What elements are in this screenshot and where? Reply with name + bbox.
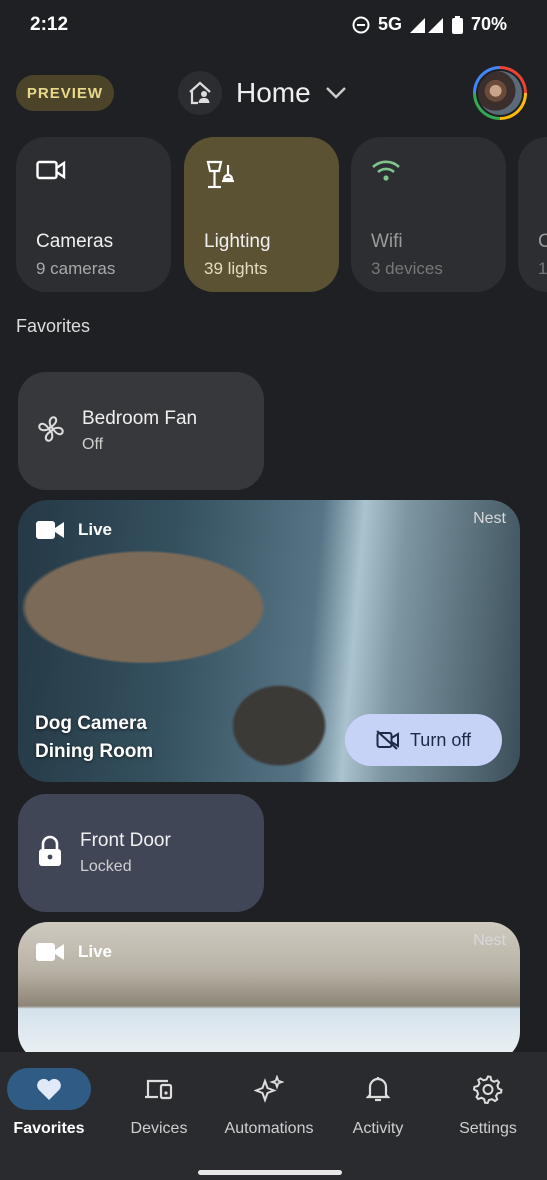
nav-pill — [7, 1068, 91, 1110]
nav-label: Automations — [224, 1120, 314, 1137]
camera-name: Dog Camera Dining Room — [35, 710, 153, 766]
live-indicator: Live — [36, 942, 112, 962]
nav-activity[interactable]: Activity — [323, 1068, 433, 1138]
tile-title: Bedroom Fan — [82, 408, 198, 429]
nav-pill — [227, 1068, 311, 1110]
nav-devices[interactable]: Devices — [104, 1068, 214, 1138]
live-label: Live — [78, 520, 113, 539]
lock-icon — [36, 835, 64, 872]
battery-icon — [451, 15, 463, 34]
category-more-card[interactable]: C 1 — [518, 137, 547, 292]
gear-icon — [473, 1075, 503, 1104]
nav-settings[interactable]: Settings — [433, 1068, 543, 1138]
nav-pill — [336, 1068, 420, 1110]
bedroom-fan-tile[interactable]: Bedroom Fan Off — [18, 372, 264, 490]
dog-camera-card[interactable]: Live Nest Dog Camera Dining Room Turn of… — [18, 500, 520, 782]
nav-label: Favorites — [13, 1120, 85, 1137]
video-camera-icon — [36, 521, 64, 539]
category-title: Cameras — [36, 231, 114, 252]
video-off-icon — [376, 730, 399, 750]
category-subtitle: 9 cameras — [36, 259, 116, 278]
camera-name-line1: Dog Camera — [35, 713, 147, 734]
nav-automations[interactable]: Automations — [214, 1068, 324, 1138]
signal-icon — [409, 17, 443, 33]
wifi-icon — [371, 159, 486, 193]
home-name: Home — [236, 77, 311, 108]
devices-icon — [145, 1079, 173, 1100]
nav-label: Activity — [352, 1120, 404, 1137]
live-label: Live — [78, 942, 113, 961]
bell-icon — [366, 1077, 390, 1102]
category-title: Lighting — [204, 231, 271, 252]
nav-label: Devices — [130, 1120, 188, 1137]
battery-label: 70% — [470, 14, 507, 34]
turn-off-button[interactable]: Turn off — [345, 714, 502, 766]
avatar[interactable] — [473, 66, 527, 120]
heart-icon — [37, 1078, 61, 1100]
category-title: C — [538, 231, 547, 252]
tile-state: Off — [82, 436, 104, 453]
camera-name-line2: Dining Room — [35, 741, 154, 762]
bottom-navigation: Favorites Devices Automations Activity S… — [0, 1052, 547, 1180]
home-person-icon — [178, 71, 222, 115]
favorites-heading: Favorites — [16, 316, 91, 336]
sparkle-icon — [254, 1075, 284, 1103]
status-indicators: 5G 70% — [352, 14, 507, 35]
front-door-tile[interactable]: Front Door Locked — [18, 794, 264, 912]
nav-pill — [446, 1068, 530, 1110]
gesture-home-indicator[interactable] — [198, 1170, 342, 1175]
chevron-down-icon — [325, 87, 346, 99]
fan-icon — [36, 414, 66, 449]
category-lighting-card[interactable]: Lighting 39 lights — [184, 137, 339, 292]
lamp-icon — [204, 159, 319, 193]
camera-card-2[interactable]: Live Nest — [18, 922, 520, 1062]
turn-off-label: Turn off — [409, 729, 472, 750]
category-subtitle: 39 lights — [204, 259, 268, 278]
video-camera-icon — [36, 159, 151, 193]
category-cameras-card[interactable]: Cameras 9 cameras — [16, 137, 171, 292]
nest-brand-label: Nest — [473, 510, 506, 527]
tile-state: Locked — [80, 858, 132, 875]
category-icon — [538, 159, 547, 193]
nav-favorites[interactable]: Favorites — [0, 1068, 104, 1138]
home-switcher[interactable]: Home — [178, 70, 347, 116]
do-not-disturb-icon — [352, 16, 370, 33]
status-time: 2:12 — [30, 14, 69, 35]
category-title: Wifi — [371, 231, 403, 252]
category-wifi-card[interactable]: Wifi 3 devices — [351, 137, 506, 292]
category-subtitle: 3 devices — [371, 259, 443, 278]
live-indicator: Live — [36, 520, 112, 540]
tile-title: Front Door — [80, 830, 171, 851]
category-subtitle: 1 — [538, 259, 547, 278]
network-label: 5G — [377, 14, 402, 34]
nest-brand-label: Nest — [473, 932, 506, 949]
preview-badge[interactable]: PREVIEW — [16, 75, 114, 111]
video-camera-icon — [36, 943, 64, 961]
nav-pill — [117, 1068, 201, 1110]
nav-label: Settings — [459, 1120, 517, 1137]
